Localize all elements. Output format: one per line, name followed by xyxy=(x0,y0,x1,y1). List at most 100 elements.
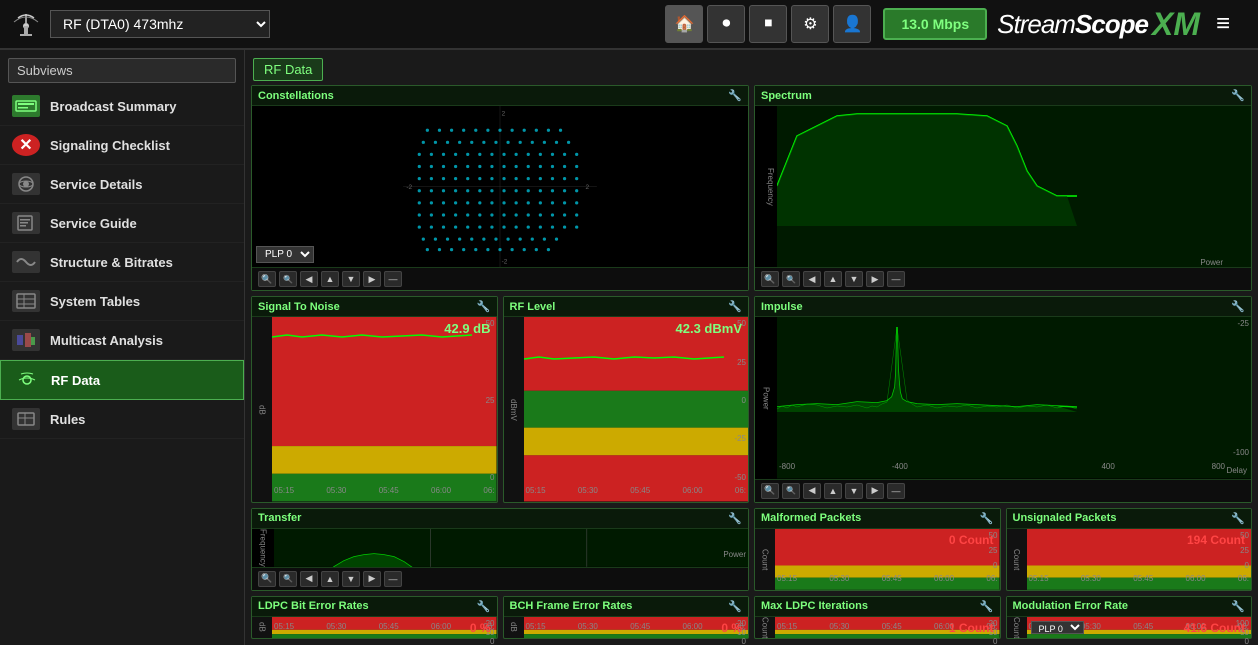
spectrum-wrench[interactable]: 🔧 xyxy=(1231,89,1245,102)
rf-data-icon xyxy=(13,369,41,391)
reset-btn[interactable]: — xyxy=(384,271,402,287)
s-pan-down-btn[interactable]: ▼ xyxy=(845,271,863,287)
i-zoom-in-btn[interactable]: 🔍 xyxy=(761,483,779,499)
structure-bitrates-label: Structure & Bitrates xyxy=(50,255,173,270)
rf-antenna-icon xyxy=(10,8,42,40)
s-zoom-in-btn[interactable]: 🔍 xyxy=(761,271,779,287)
sidebar-item-multicast-analysis[interactable]: Multicast Analysis xyxy=(0,321,244,360)
bch-x-axis: 05:1505:3005:4506:0006: xyxy=(524,620,749,638)
sidebar-item-system-tables[interactable]: System Tables xyxy=(0,282,244,321)
sidebar-item-structure-bitrates[interactable]: Structure & Bitrates xyxy=(0,243,244,282)
service-guide-icon xyxy=(12,212,40,234)
ldpc-title-text: LDPC Bit Error Rates xyxy=(258,600,369,612)
pan-up-btn[interactable]: ▲ xyxy=(321,271,339,287)
stop-button[interactable]: ⏹ xyxy=(749,5,787,43)
home-button[interactable]: 🏠 xyxy=(665,5,703,43)
maxldpc-wrench[interactable]: 🔧 xyxy=(980,600,994,613)
pan-right-btn[interactable]: ▶ xyxy=(363,271,381,287)
s-pan-up-btn[interactable]: ▲ xyxy=(824,271,842,287)
i-pan-down-btn[interactable]: ▼ xyxy=(845,483,863,499)
channel-select[interactable]: RF (DTA0) 473mhz xyxy=(50,10,270,38)
broadcast-summary-label: Broadcast Summary xyxy=(50,99,176,114)
stn-wrench[interactable]: 🔧 xyxy=(477,300,491,313)
sidebar-item-broadcast-summary[interactable]: Broadcast Summary xyxy=(0,87,244,126)
impulse-y-label: Power xyxy=(755,317,777,478)
ldpc-wrench[interactable]: 🔧 xyxy=(477,600,491,613)
s-reset-btn[interactable]: — xyxy=(887,271,905,287)
rfl-title-text: RF Level xyxy=(510,301,556,313)
impulse-title-text: Impulse xyxy=(761,301,803,313)
profile-button[interactable]: 👤 xyxy=(833,5,871,43)
transfer-wrench[interactable]: 🔧 xyxy=(728,512,742,525)
mp-wrench[interactable]: 🔧 xyxy=(980,512,994,525)
bch-wrench[interactable]: 🔧 xyxy=(728,600,742,613)
spectrum-chart-area: -10 -15 -20 -25 -30 -35 -40 -45 xyxy=(777,106,1251,267)
system-tables-label: System Tables xyxy=(50,294,140,309)
settings-button[interactable]: ⚙ xyxy=(791,5,829,43)
ldpc-body: dB 0 % 05:1505:3005:4506:0006: 20100 xyxy=(252,617,497,638)
up-wrench[interactable]: 🔧 xyxy=(1231,512,1245,525)
plp-select[interactable]: PLP 0 xyxy=(256,246,314,263)
stn-svg xyxy=(272,317,497,501)
i-reset-btn[interactable]: — xyxy=(887,483,905,499)
impulse-wrench[interactable]: 🔧 xyxy=(1231,300,1245,313)
rf-data-label: RF Data xyxy=(51,373,100,388)
record-button[interactable]: ⏺ xyxy=(707,5,745,43)
spectrum-x-label: Power xyxy=(1200,258,1223,267)
impulse-y-labels: -25-100 xyxy=(1227,317,1251,458)
mer-y-label: Count xyxy=(1007,617,1027,638)
bch-body: dB 0 % 05:1505:3005:4506:0006: 20100 xyxy=(504,617,749,638)
s-zoom-in-btn2[interactable]: 🔍 xyxy=(782,271,800,287)
t-zoom-in-btn[interactable]: 🔍 xyxy=(258,571,276,587)
spectrum-y-axis: Frequency xyxy=(755,106,777,267)
t-pan-right-btn[interactable]: ▶ xyxy=(363,571,381,587)
menu-button[interactable]: ≡ xyxy=(1204,10,1242,38)
constellations-wrench[interactable]: 🔧 xyxy=(728,89,742,102)
up-chart: 194 Count 05:1505:3005:4506:0006: 50250 xyxy=(1027,529,1252,590)
pan-left-btn[interactable]: ◀ xyxy=(300,271,318,287)
impulse-title: Impulse 🔧 xyxy=(755,297,1251,317)
zoom-in-btn2[interactable]: 🔍 xyxy=(279,271,297,287)
sidebar-item-signaling-checklist[interactable]: ✕ Signaling Checklist xyxy=(0,126,244,165)
i-zoom-in-btn2[interactable]: 🔍 xyxy=(782,483,800,499)
pan-down-btn[interactable]: ▼ xyxy=(342,271,360,287)
mer-plp-select[interactable]: PLP 0 xyxy=(1031,621,1084,634)
constellations-title-text: Constellations xyxy=(258,90,334,102)
mp-title: Malformed Packets 🔧 xyxy=(755,509,1000,529)
i-pan-right-btn[interactable]: ▶ xyxy=(866,483,884,499)
mp-y-label: Count xyxy=(755,529,775,590)
logo-text: StreamScope xyxy=(997,9,1148,40)
transfer-title: Transfer 🔧 xyxy=(252,509,748,529)
s-pan-left-btn[interactable]: ◀ xyxy=(803,271,821,287)
svg-text:-2: -2 xyxy=(406,184,412,191)
t-pan-down-btn[interactable]: ▼ xyxy=(342,571,360,587)
t-pan-left-btn[interactable]: ◀ xyxy=(300,571,318,587)
rfl-y-labels: 50250-25-50 xyxy=(720,317,748,483)
service-details-icon xyxy=(12,173,40,195)
header-left: RF (DTA0) 473mhz xyxy=(0,8,655,40)
bch-chart: 0 % 05:1505:3005:4506:0006: 20100 xyxy=(524,617,749,638)
header-controls: 🏠 ⏺ ⏹ ⚙ 👤 13.0 Mbps xyxy=(655,5,997,43)
mer-title: Modulation Error Rate 🔧 xyxy=(1007,597,1252,617)
mer-wrench[interactable]: 🔧 xyxy=(1231,600,1245,613)
t-reset-btn[interactable]: — xyxy=(384,571,402,587)
structure-bitrates-icon xyxy=(12,251,40,273)
sidebar-item-rules[interactable]: Rules xyxy=(0,400,244,439)
transfer-y-label: Frequency xyxy=(252,529,274,567)
bch-y-label: dB xyxy=(504,617,524,638)
sidebar-item-rf-data[interactable]: RF Data xyxy=(0,360,244,400)
zoom-in-btn[interactable]: 🔍 xyxy=(258,271,276,287)
stn-title: Signal To Noise 🔧 xyxy=(252,297,497,317)
signal-to-noise-panel: Signal To Noise 🔧 dB 42.9 dB xyxy=(251,296,498,502)
t-zoom-in-btn2[interactable]: 🔍 xyxy=(279,571,297,587)
rfl-wrench[interactable]: 🔧 xyxy=(728,300,742,313)
s-pan-right-btn[interactable]: ▶ xyxy=(866,271,884,287)
spectrum-svg xyxy=(777,106,1251,267)
spectrum-panel: Spectrum 🔧 Frequency -10 -15 -20 xyxy=(754,85,1252,291)
i-pan-up-btn[interactable]: ▲ xyxy=(824,483,842,499)
sidebar-item-service-guide[interactable]: Service Guide xyxy=(0,204,244,243)
t-pan-up-btn[interactable]: ▲ xyxy=(321,571,339,587)
i-pan-left-btn[interactable]: ◀ xyxy=(803,483,821,499)
mp-x-axis: 05:1505:3005:4506:0006: xyxy=(775,572,1000,590)
sidebar-item-service-details[interactable]: Service Details xyxy=(0,165,244,204)
